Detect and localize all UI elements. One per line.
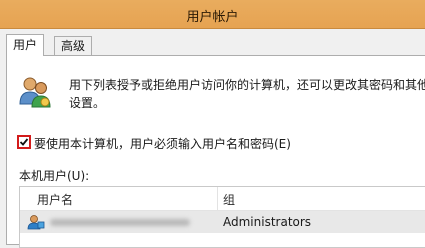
require-password-checkbox[interactable] <box>17 135 31 149</box>
local-users-label: 本机用户(U): <box>19 169 90 183</box>
username-redacted <box>50 219 190 226</box>
table-header: 用户名 组 <box>20 187 425 211</box>
tab-bar: 用户 高级 <box>0 29 425 56</box>
description-line-1: 用下列表授予或拒绝用户访问你的计算机，还可以更改其密码和其他 <box>69 78 425 92</box>
user-account-icon <box>27 215 45 230</box>
tab-users[interactable]: 用户 <box>6 34 45 56</box>
window-title: 用户帐户 <box>186 10 239 25</box>
column-divider[interactable] <box>217 187 218 210</box>
table-row[interactable]: Administrators <box>20 211 425 233</box>
users-tab-panel: 用下列表授予或拒绝用户访问你的计算机，还可以更改其密码和其他 设置。 要使用本计… <box>6 55 425 248</box>
description-line-2: 设置。 <box>69 96 106 110</box>
users-icon <box>19 77 51 108</box>
tab-advanced-label: 高级 <box>61 39 86 53</box>
require-password-label[interactable]: 要使用本计算机，用户必须输入用户名和密码(E) <box>34 135 291 152</box>
tab-advanced[interactable]: 高级 <box>54 36 93 55</box>
title-bar: 用户帐户 <box>0 0 425 29</box>
tab-users-label: 用户 <box>13 38 38 52</box>
column-header-group[interactable]: 组 <box>223 191 235 208</box>
description-text: 用下列表授予或拒绝用户访问你的计算机，还可以更改其密码和其他 设置。 <box>69 76 425 112</box>
user-group-cell: Administrators <box>223 215 312 229</box>
local-users-table: 用户名 组 Administrators <box>19 186 425 248</box>
column-header-username[interactable]: 用户名 <box>37 191 73 208</box>
checkmark-icon <box>19 138 29 146</box>
